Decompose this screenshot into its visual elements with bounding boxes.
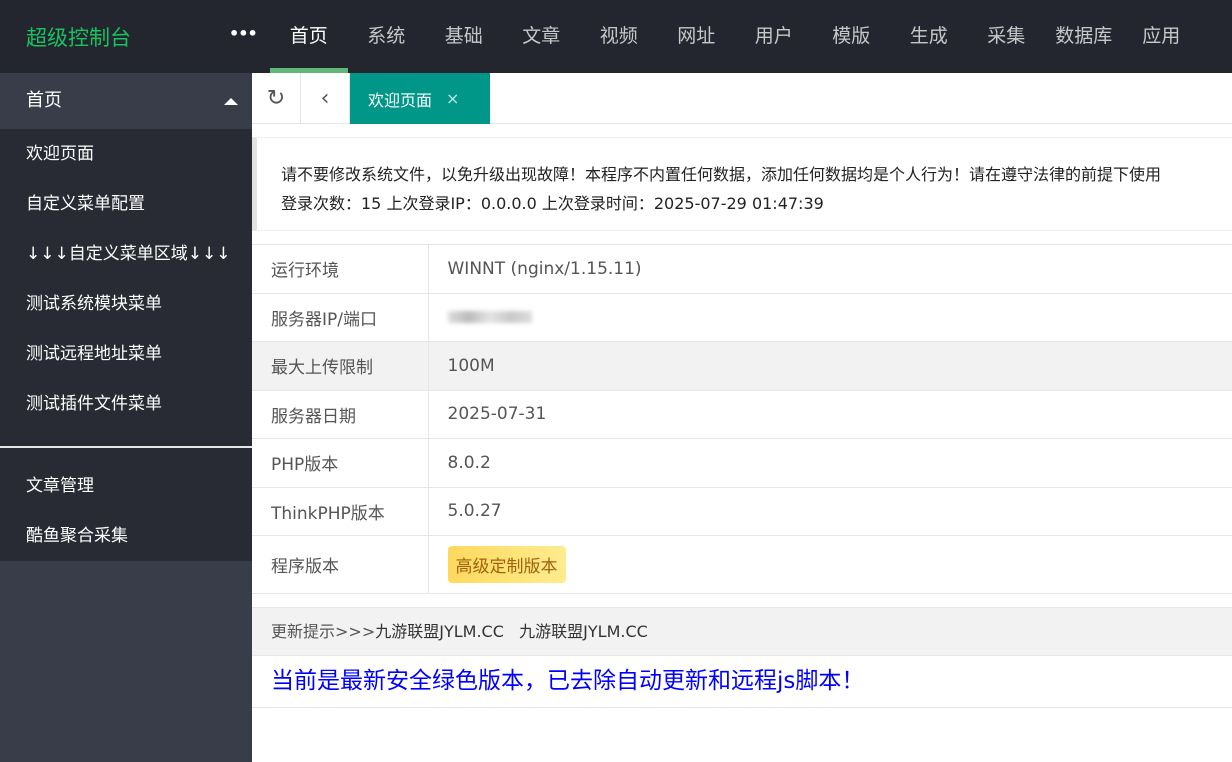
version-message: 当前是最新安全绿色版本，已去除自动更新和远程js脚本！ bbox=[252, 656, 1232, 708]
app-logo[interactable]: 超级控制台 bbox=[26, 22, 131, 52]
row-value: 8.0.2 bbox=[428, 438, 1232, 488]
close-icon[interactable]: × bbox=[446, 89, 459, 108]
row-value: 5.0.27 bbox=[428, 486, 1232, 536]
table-row: PHP版本 8.0.2 bbox=[252, 438, 1232, 488]
row-label: 服务器日期 bbox=[252, 389, 429, 439]
update-link[interactable]: 九游联盟JYLM.CC bbox=[519, 622, 648, 641]
sidebar-submenu: 欢迎页面 自定义菜单配置 ↓↓↓自定义菜单区域↓↓↓ 测试系统模块菜单 测试远程… bbox=[0, 129, 252, 561]
sidebar-item-articles[interactable]: 文章管理 bbox=[0, 461, 252, 511]
table-row: 最大上传限制 100M bbox=[252, 341, 1232, 391]
top-header: 超级控制台 ••• 首页 系统 基础 文章 视频 网址 用户 模版 生成 采集 … bbox=[0, 0, 1232, 73]
update-bar: 更新提示>>>九游联盟JYLM.CC 九游联盟JYLM.CC bbox=[252, 607, 1232, 656]
row-label: ThinkPHP版本 bbox=[252, 486, 429, 536]
nav-database[interactable]: 数据库 bbox=[1045, 0, 1123, 73]
update-link[interactable]: 九游联盟JYLM.CC bbox=[375, 622, 504, 641]
sidebar-item-custom-area[interactable]: ↓↓↓自定义菜单区域↓↓↓ bbox=[0, 229, 252, 279]
blurred-ip bbox=[447, 311, 532, 324]
version-badge: 高级定制版本 bbox=[447, 546, 566, 583]
sidebar-item-test-plugin[interactable]: 测试插件文件菜单 bbox=[0, 379, 252, 429]
notice-box: 请不要修改系统文件，以免升级出现故障！本程序不内置任何数据，添加任何数据均是个人… bbox=[252, 137, 1232, 231]
caret-up-icon bbox=[224, 98, 238, 105]
sidebar-group-label: 首页 bbox=[26, 90, 62, 111]
notice-warning: 请不要修改系统文件，以免升级出现故障！本程序不内置任何数据，添加任何数据均是个人… bbox=[281, 165, 1162, 184]
table-row: ThinkPHP版本 5.0.27 bbox=[252, 486, 1232, 536]
row-label: 程序版本 bbox=[252, 535, 429, 594]
nav-url[interactable]: 网址 bbox=[658, 0, 736, 73]
nav-video[interactable]: 视频 bbox=[580, 0, 658, 73]
login-info: 登录次数：15 上次登录IP：0.0.0.0 上次登录时间：2025-07-29… bbox=[281, 194, 824, 213]
tab-welcome[interactable]: 欢迎页面 × bbox=[350, 73, 490, 124]
nav-home[interactable]: 首页 bbox=[270, 0, 348, 73]
table-row: 运行环境 WINNT (nginx/1.15.11) bbox=[252, 244, 1232, 294]
row-value: WINNT (nginx/1.15.11) bbox=[428, 244, 1232, 294]
nav-user[interactable]: 用户 bbox=[735, 0, 813, 73]
nav-generate[interactable]: 生成 bbox=[890, 0, 968, 73]
nav-template[interactable]: 模版 bbox=[813, 0, 891, 73]
nav-basic[interactable]: 基础 bbox=[425, 0, 503, 73]
more-icon[interactable]: ••• bbox=[229, 24, 258, 43]
sidebar: 首页 欢迎页面 自定义菜单配置 ↓↓↓自定义菜单区域↓↓↓ 测试系统模块菜单 测… bbox=[0, 73, 252, 762]
tab-bar: ↻ ‹ 欢迎页面 × bbox=[252, 73, 1232, 124]
server-info-table: 运行环境 WINNT (nginx/1.15.11) 服务器IP/端口 最大上传限… bbox=[252, 244, 1232, 594]
sidebar-item-test-remote[interactable]: 测试远程地址菜单 bbox=[0, 329, 252, 379]
row-value bbox=[428, 292, 1232, 342]
nav-article[interactable]: 文章 bbox=[503, 0, 581, 73]
row-value: 100M bbox=[428, 341, 1232, 391]
sidebar-item-collect[interactable]: 酷鱼聚合采集 bbox=[0, 511, 252, 561]
row-label: 运行环境 bbox=[252, 244, 429, 294]
nav-app[interactable]: 应用 bbox=[1123, 0, 1201, 73]
row-label: PHP版本 bbox=[252, 438, 429, 488]
row-label: 服务器IP/端口 bbox=[252, 292, 429, 342]
back-icon[interactable]: ‹ bbox=[301, 73, 350, 123]
table-row: 服务器IP/端口 bbox=[252, 292, 1232, 342]
nav-collect[interactable]: 采集 bbox=[968, 0, 1046, 73]
row-label: 最大上传限制 bbox=[252, 341, 429, 391]
sidebar-item-custom-menu[interactable]: 自定义菜单配置 bbox=[0, 179, 252, 229]
top-nav: 首页 系统 基础 文章 视频 网址 用户 模版 生成 采集 数据库 应用 bbox=[270, 0, 1200, 73]
row-value: 高级定制版本 bbox=[428, 535, 1232, 594]
sidebar-item-welcome[interactable]: 欢迎页面 bbox=[0, 129, 252, 179]
table-row: 程序版本 高级定制版本 bbox=[252, 535, 1232, 594]
refresh-icon[interactable]: ↻ bbox=[252, 73, 301, 123]
table-row: 服务器日期 2025-07-31 bbox=[252, 389, 1232, 439]
update-prefix: 更新提示>>> bbox=[271, 622, 376, 641]
tab-label: 欢迎页面 bbox=[368, 90, 433, 110]
nav-system[interactable]: 系统 bbox=[348, 0, 426, 73]
sidebar-item-test-module[interactable]: 测试系统模块菜单 bbox=[0, 279, 252, 329]
row-value: 2025-07-31 bbox=[428, 389, 1232, 439]
sidebar-group-home[interactable]: 首页 bbox=[0, 73, 252, 129]
